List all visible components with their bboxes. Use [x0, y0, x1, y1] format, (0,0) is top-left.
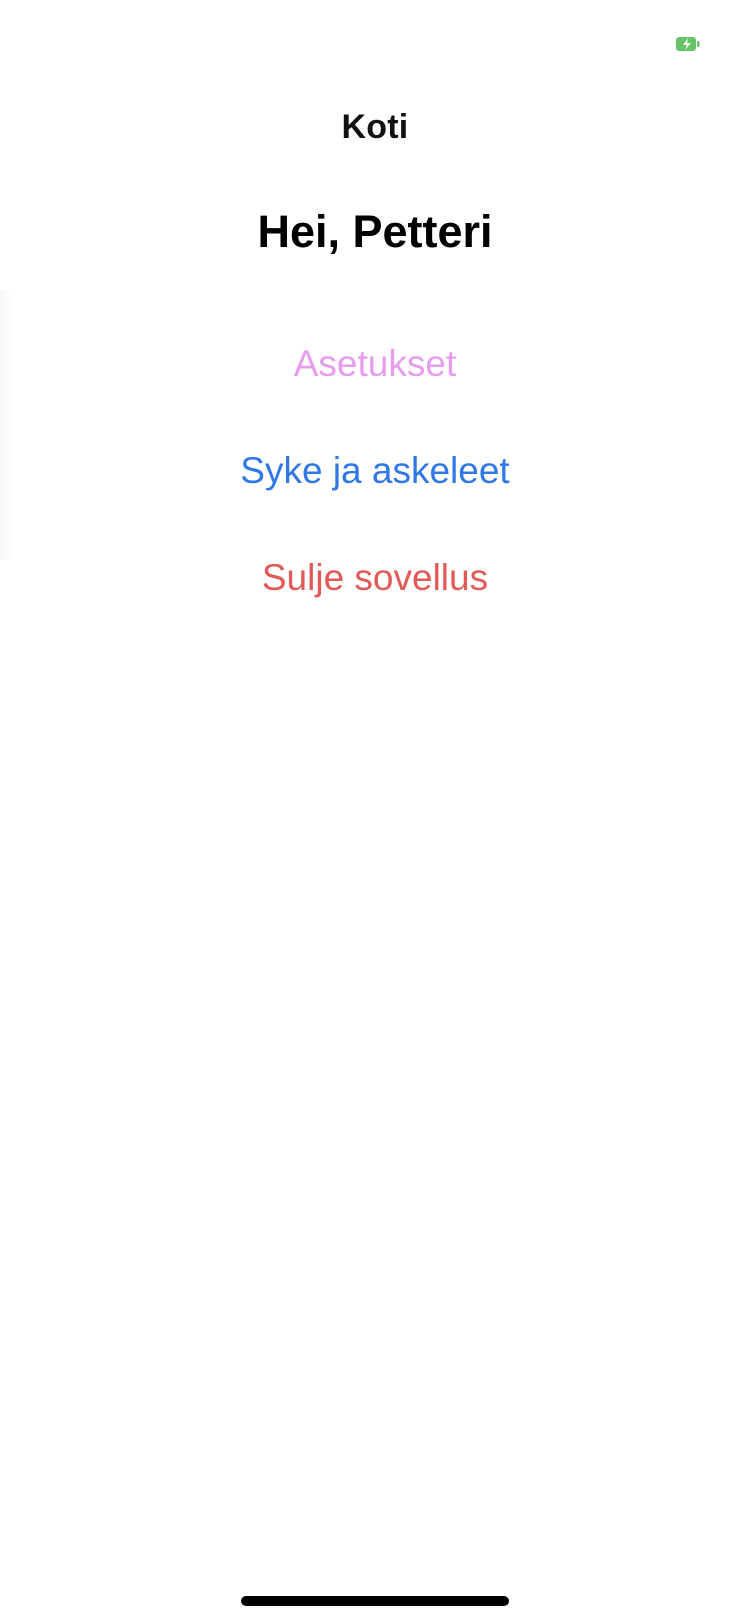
- screen: Koti Hei, Petteri Asetukset Syke ja aske…: [0, 0, 750, 1624]
- page-title: Koti: [341, 108, 409, 146]
- heart-rate-steps-button[interactable]: Syke ja askeleet: [175, 439, 575, 503]
- home-indicator[interactable]: [241, 1596, 509, 1606]
- edge-shadow: [0, 290, 14, 560]
- settings-button[interactable]: Asetukset: [175, 332, 575, 396]
- battery-charging-icon: [676, 36, 702, 52]
- status-bar: [0, 0, 750, 88]
- close-app-button[interactable]: Sulje sovellus: [175, 546, 575, 610]
- greeting-heading: Hei, Petteri: [257, 206, 493, 257]
